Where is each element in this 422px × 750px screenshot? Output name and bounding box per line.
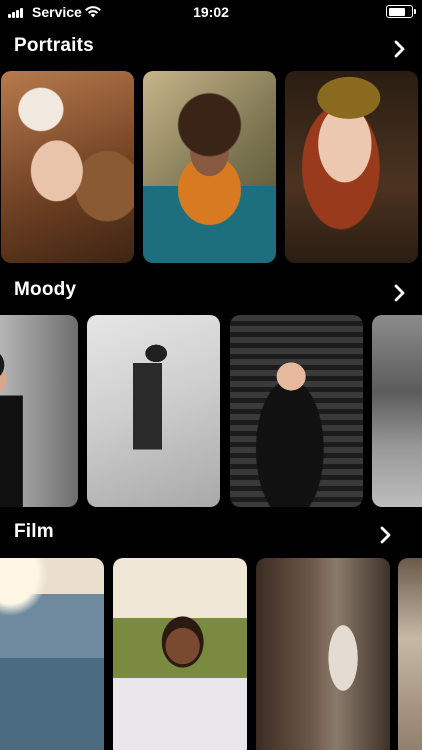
photo-card[interactable]	[113, 558, 247, 750]
film-carousel[interactable]	[0, 558, 422, 750]
photo-card[interactable]	[230, 315, 363, 507]
photo-card[interactable]	[143, 71, 276, 263]
chevron-right-icon[interactable]	[378, 525, 394, 545]
section-title: Portraits	[14, 35, 94, 56]
moody-carousel[interactable]	[0, 315, 422, 507]
photo-card[interactable]	[1, 71, 134, 263]
section-header-moody[interactable]: Moody	[0, 279, 422, 309]
section-title: Moody	[14, 279, 77, 300]
clock: 19:02	[193, 4, 229, 20]
section-header-film[interactable]: Film	[0, 521, 422, 551]
section-title: Film	[14, 521, 54, 542]
photo-card[interactable]	[256, 558, 390, 750]
portraits-carousel[interactable]	[0, 71, 422, 263]
battery-level	[388, 7, 406, 16]
photo-card[interactable]	[372, 315, 422, 507]
photo-card[interactable]	[0, 558, 104, 750]
photo-card[interactable]	[87, 315, 220, 507]
status-bar: Service 19:02	[0, 0, 422, 24]
photo-card[interactable]	[398, 558, 422, 750]
battery-icon	[386, 5, 416, 18]
section-header-portraits[interactable]: Portraits	[0, 35, 422, 65]
chevron-right-icon[interactable]	[392, 283, 408, 303]
photo-card[interactable]	[285, 71, 418, 263]
photo-card[interactable]	[0, 315, 78, 507]
chevron-right-icon[interactable]	[392, 39, 408, 59]
